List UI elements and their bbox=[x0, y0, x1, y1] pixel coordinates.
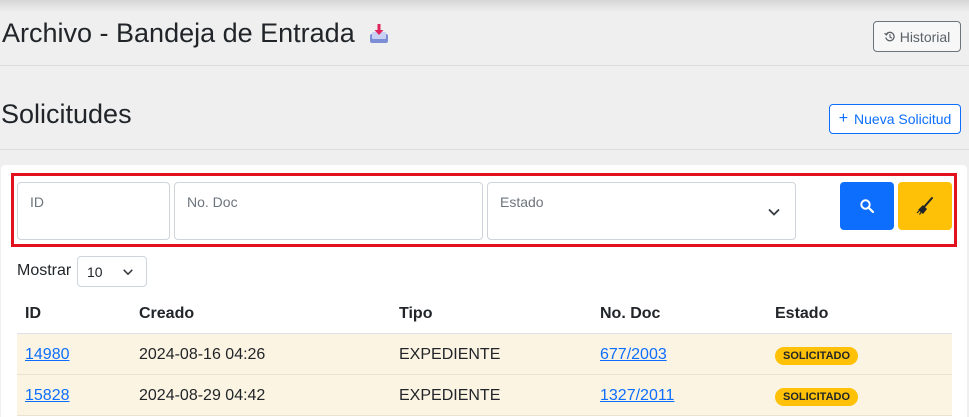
table-row: 14980 2024-08-16 04:26 EXPEDIENTE 677/20… bbox=[17, 334, 952, 375]
page-size-label: Mostrar bbox=[17, 262, 72, 279]
inbox-tray-icon bbox=[369, 23, 388, 43]
page-size-select[interactable]: 10 bbox=[77, 256, 147, 287]
column-header-doc[interactable]: No. Doc bbox=[600, 305, 660, 323]
estado-filter-select[interactable]: Estado bbox=[487, 182, 796, 240]
new-request-button[interactable]: + Nueva Solicitud bbox=[829, 104, 961, 134]
page-title-text: Archivo - Bandeja de Entrada bbox=[2, 18, 355, 48]
history-icon bbox=[883, 31, 895, 41]
column-header-creado[interactable]: Creado bbox=[139, 305, 194, 323]
status-badge: SOLICITADO bbox=[775, 347, 859, 365]
page-title: Archivo - Bandeja de Entrada bbox=[2, 18, 391, 49]
clear-filters-button[interactable] bbox=[898, 182, 952, 230]
page-header: Archivo - Bandeja de Entrada Historial bbox=[0, 14, 969, 66]
status-badge: SOLICITADO bbox=[775, 388, 859, 406]
table-header: ID Creado Tipo No. Doc Estado bbox=[17, 294, 952, 334]
section-divider bbox=[0, 149, 969, 150]
top-shadow bbox=[0, 0, 969, 12]
column-header-estado[interactable]: Estado bbox=[775, 305, 828, 323]
doc-filter-label: No. Doc bbox=[187, 194, 238, 210]
section-title: Solicitudes bbox=[1, 99, 132, 129]
new-request-label: Nueva Solicitud bbox=[854, 111, 952, 127]
search-icon bbox=[860, 199, 875, 214]
requests-table: ID Creado Tipo No. Doc Estado 14980 2024… bbox=[17, 294, 952, 416]
table-row: 15828 2024-08-29 04:42 EXPEDIENTE 1327/2… bbox=[17, 375, 952, 416]
search-button[interactable] bbox=[840, 182, 894, 230]
page-size-value: 10 bbox=[87, 264, 103, 280]
created-cell: 2024-08-29 04:42 bbox=[139, 387, 266, 404]
created-cell: 2024-08-16 04:26 bbox=[139, 346, 266, 363]
doc-number-link[interactable]: 1327/2011 bbox=[600, 387, 674, 404]
request-id-link[interactable]: 14980 bbox=[25, 346, 70, 363]
column-header-id[interactable]: ID bbox=[25, 305, 41, 323]
request-id-link[interactable]: 15828 bbox=[25, 387, 70, 404]
history-button[interactable]: Historial bbox=[873, 21, 961, 52]
type-cell: EXPEDIENTE bbox=[399, 387, 501, 404]
chevron-down-icon bbox=[768, 208, 780, 216]
broom-icon bbox=[916, 197, 933, 215]
column-header-tipo[interactable]: Tipo bbox=[399, 305, 432, 323]
id-filter-label: ID bbox=[30, 194, 44, 210]
history-button-label: Historial bbox=[899, 28, 951, 45]
id-filter-input[interactable]: ID bbox=[17, 182, 170, 240]
doc-filter-input[interactable]: No. Doc bbox=[174, 182, 483, 240]
type-cell: EXPEDIENTE bbox=[399, 346, 501, 363]
plus-icon: + bbox=[838, 110, 849, 127]
estado-filter-label: Estado bbox=[500, 194, 544, 210]
doc-number-link[interactable]: 677/2003 bbox=[600, 346, 667, 363]
chevron-down-icon bbox=[123, 269, 133, 276]
